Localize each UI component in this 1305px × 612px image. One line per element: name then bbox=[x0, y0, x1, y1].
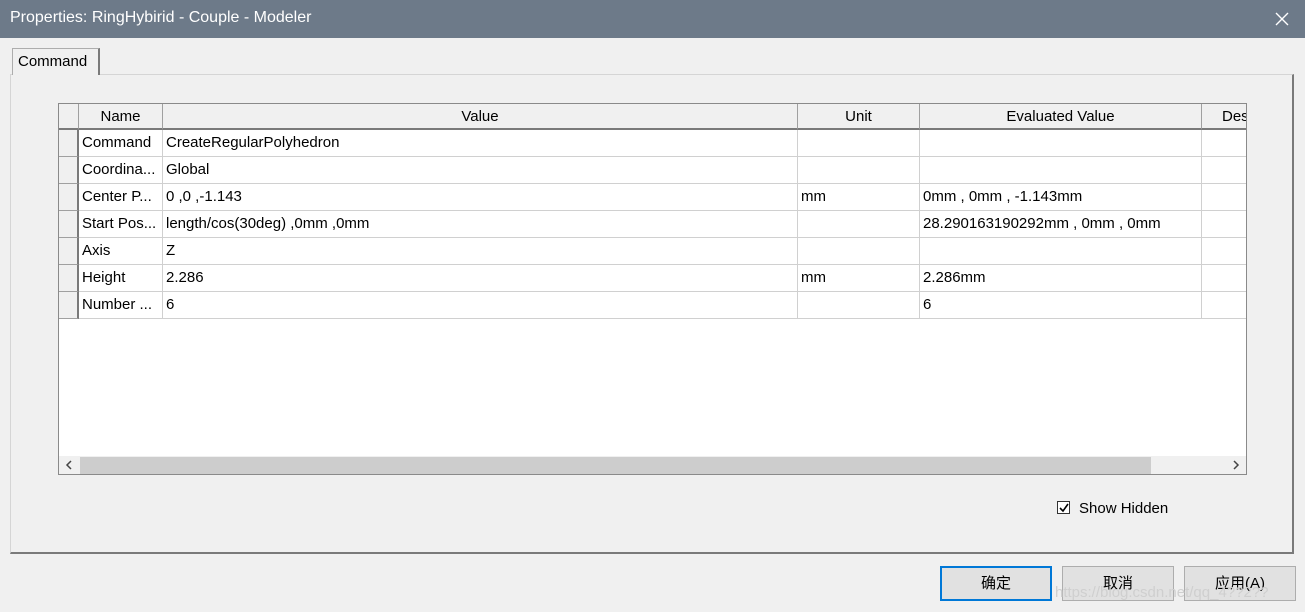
cell-description[interactable] bbox=[1202, 265, 1246, 292]
column-header-description[interactable]: Des bbox=[1202, 104, 1246, 130]
cell-name[interactable]: Axis bbox=[79, 238, 163, 265]
cell-value[interactable]: Z bbox=[163, 238, 798, 265]
cell-name[interactable]: Number ... bbox=[79, 292, 163, 319]
show-hidden-checkbox[interactable] bbox=[1057, 501, 1070, 514]
title-bar: Properties: RingHybirid - Couple - Model… bbox=[0, 0, 1305, 38]
cell-evaluated-value[interactable]: 0mm , 0mm , -1.143mm bbox=[920, 184, 1202, 211]
row-header[interactable] bbox=[59, 211, 79, 238]
checkmark-icon bbox=[1059, 503, 1069, 513]
cell-description[interactable] bbox=[1202, 157, 1246, 184]
row-header[interactable] bbox=[59, 265, 79, 292]
table-row[interactable]: Height 2.286 mm 2.286mm bbox=[59, 265, 1246, 292]
chevron-right-icon bbox=[1233, 460, 1240, 470]
cell-evaluated-value[interactable]: 2.286mm bbox=[920, 265, 1202, 292]
chevron-left-icon bbox=[65, 460, 72, 470]
cell-unit[interactable]: mm bbox=[798, 265, 920, 292]
row-header[interactable] bbox=[59, 184, 79, 211]
cell-description[interactable] bbox=[1202, 211, 1246, 238]
corner-header bbox=[59, 104, 79, 130]
cell-value[interactable]: CreateRegularPolyhedron bbox=[163, 130, 798, 157]
cell-unit[interactable] bbox=[798, 238, 920, 265]
scrollbar-thumb[interactable] bbox=[80, 457, 1151, 474]
scroll-right-button[interactable] bbox=[1226, 456, 1246, 474]
table-row[interactable]: Start Pos... length/cos(30deg) ,0mm ,0mm 2… bbox=[59, 211, 1246, 238]
row-header[interactable] bbox=[59, 157, 79, 184]
column-header-unit[interactable]: Unit bbox=[798, 104, 920, 130]
row-header[interactable] bbox=[59, 130, 79, 157]
cell-description[interactable] bbox=[1202, 184, 1246, 211]
column-header-name[interactable]: Name bbox=[79, 104, 163, 130]
table-row[interactable]: Axis Z bbox=[59, 238, 1246, 265]
cell-evaluated-value[interactable]: 6 bbox=[920, 292, 1202, 319]
column-header-evaluated-value[interactable]: Evaluated Value bbox=[920, 104, 1202, 130]
tab-command-label: Command bbox=[18, 53, 88, 70]
cell-unit[interactable] bbox=[798, 211, 920, 238]
cell-value[interactable]: 0 ,0 ,-1.143 bbox=[163, 184, 798, 211]
horizontal-scrollbar[interactable] bbox=[59, 456, 1246, 474]
ok-button[interactable]: 确定 bbox=[940, 566, 1052, 601]
window-title: Properties: RingHybirid - Couple - Model… bbox=[10, 9, 312, 26]
cell-name[interactable]: Height bbox=[79, 265, 163, 292]
show-hidden-label: Show Hidden bbox=[1079, 500, 1169, 517]
cell-value[interactable]: 6 bbox=[163, 292, 798, 319]
column-header-value[interactable]: Value bbox=[163, 104, 798, 130]
cell-unit[interactable]: mm bbox=[798, 184, 920, 211]
cell-name[interactable]: Command bbox=[79, 130, 163, 157]
table-row[interactable]: Center P... 0 ,0 ,-1.143 mm 0mm , 0mm , -1.… bbox=[59, 184, 1246, 211]
cell-name[interactable]: Start Pos... bbox=[79, 211, 163, 238]
cell-description[interactable] bbox=[1202, 292, 1246, 319]
scroll-left-button[interactable] bbox=[59, 456, 79, 474]
cell-unit[interactable] bbox=[798, 130, 920, 157]
cell-unit[interactable] bbox=[798, 157, 920, 184]
row-header[interactable] bbox=[59, 238, 79, 265]
cell-description[interactable] bbox=[1202, 130, 1246, 157]
cell-value[interactable]: 2.286 bbox=[163, 265, 798, 292]
tab-command[interactable]: Command bbox=[12, 48, 100, 75]
cell-value[interactable]: Global bbox=[163, 157, 798, 184]
cell-unit[interactable] bbox=[798, 292, 920, 319]
cell-name[interactable]: Coordina... bbox=[79, 157, 163, 184]
close-button[interactable] bbox=[1259, 0, 1305, 38]
cell-evaluated-value[interactable]: 28.290163190292mm , 0mm , 0mm bbox=[920, 211, 1202, 238]
cell-evaluated-value[interactable] bbox=[920, 130, 1202, 157]
cell-value[interactable]: length/cos(30deg) ,0mm ,0mm bbox=[163, 211, 798, 238]
cell-evaluated-value[interactable] bbox=[920, 238, 1202, 265]
properties-grid: Name Value Unit Evaluated Value Des Comm… bbox=[58, 103, 1247, 475]
table-row[interactable]: Command CreateRegularPolyhedron bbox=[59, 130, 1246, 157]
close-icon bbox=[1275, 12, 1289, 26]
cell-evaluated-value[interactable] bbox=[920, 157, 1202, 184]
table-row[interactable]: Coordina... Global bbox=[59, 157, 1246, 184]
row-header[interactable] bbox=[59, 292, 79, 319]
cell-description[interactable] bbox=[1202, 238, 1246, 265]
watermark: https://blog.csdn.net/qq_4??2?? bbox=[1055, 584, 1269, 601]
table-row[interactable]: Number ... 6 6 bbox=[59, 292, 1246, 319]
cell-name[interactable]: Center P... bbox=[79, 184, 163, 211]
